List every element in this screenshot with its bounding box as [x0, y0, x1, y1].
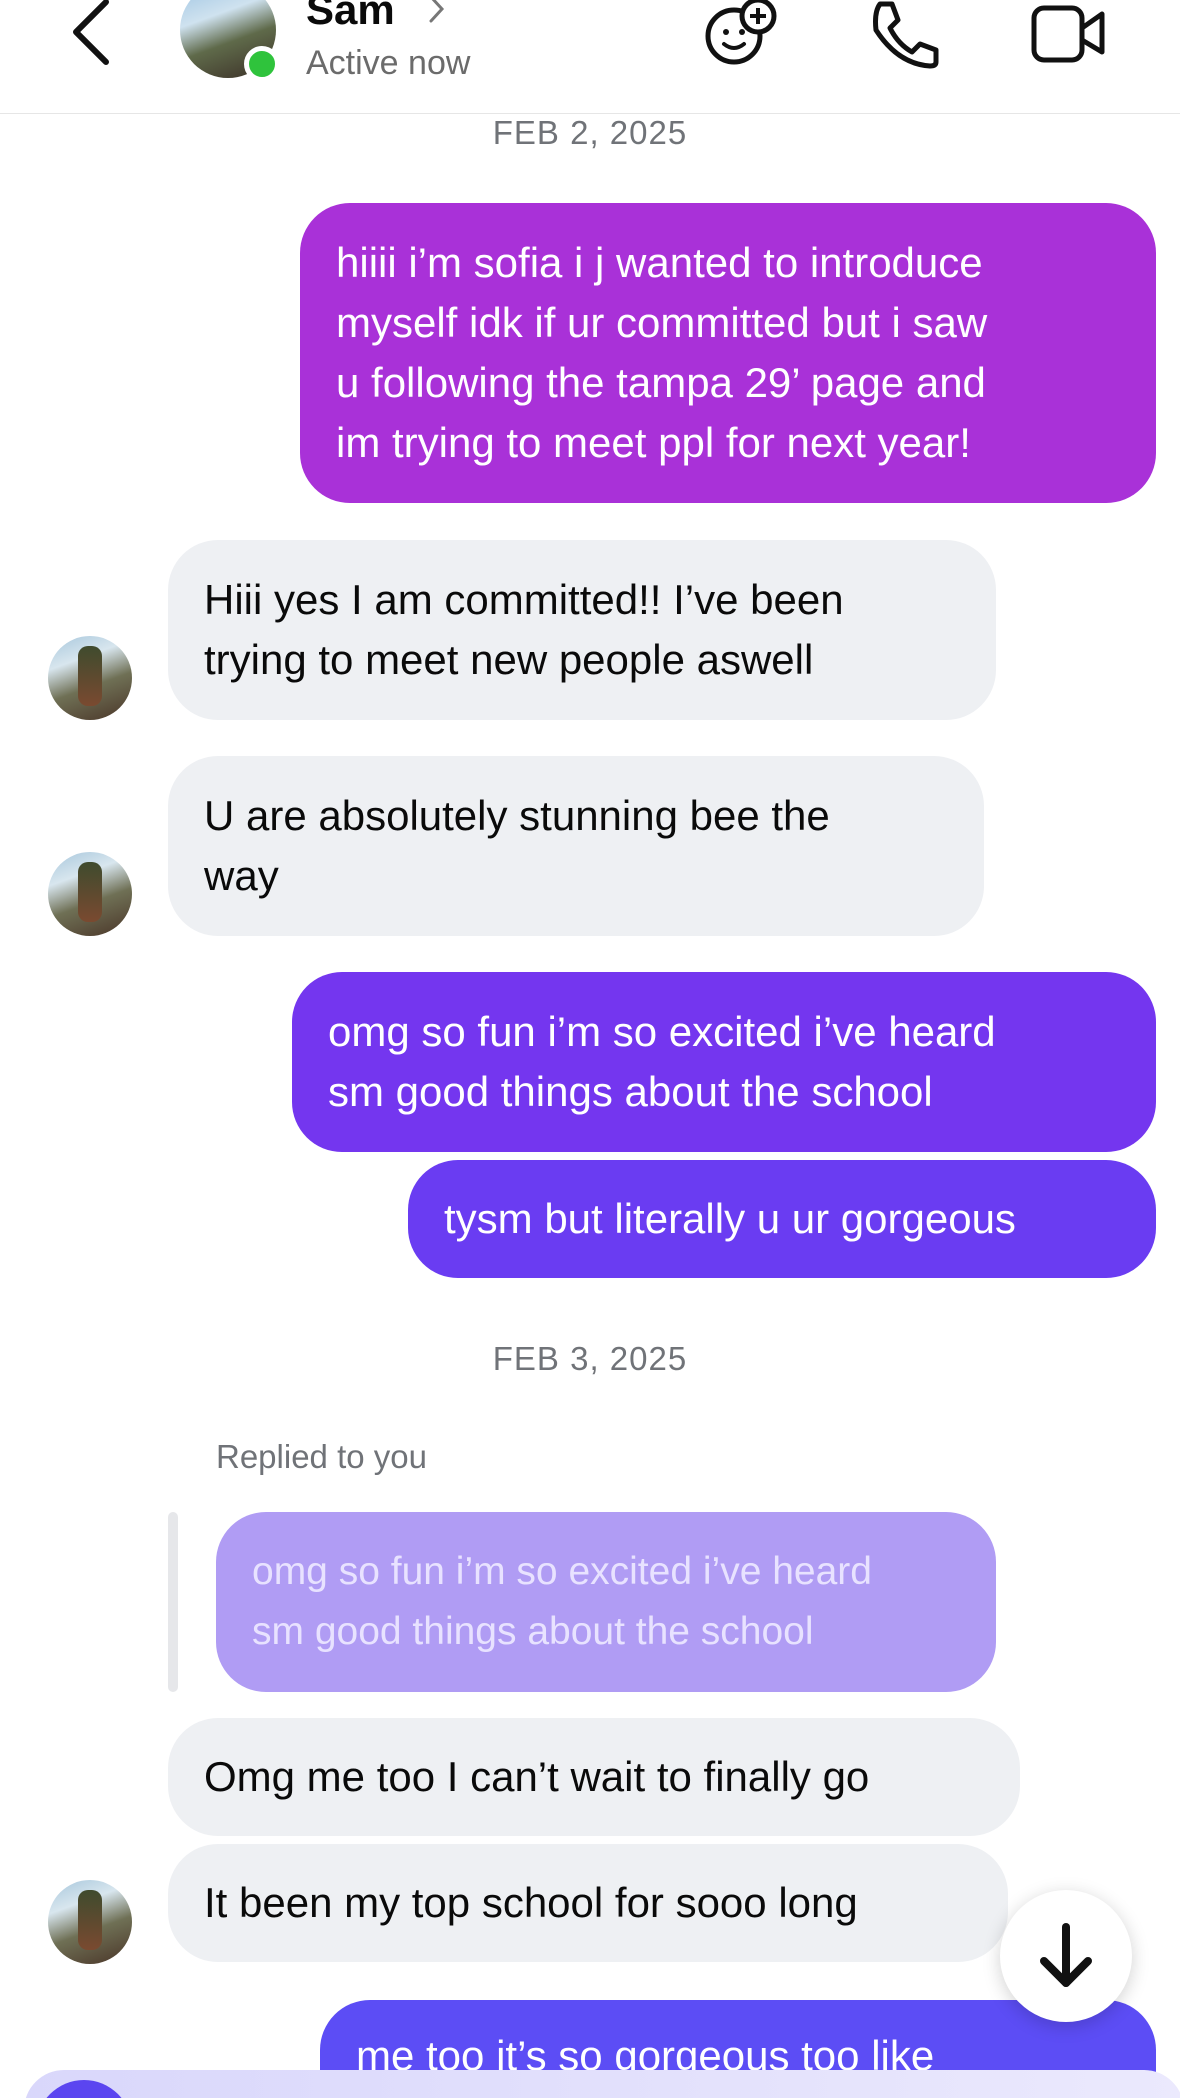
date-separator: FEB 2, 2025 — [492, 114, 688, 151]
video-camera-icon — [1031, 5, 1105, 63]
video-call-button[interactable] — [1030, 0, 1110, 70]
received-message[interactable]: Hiii yes I am committed!! I’ve been tryi… — [168, 540, 996, 720]
effects-button[interactable] — [702, 0, 782, 70]
arrow-down-icon — [1040, 1923, 1092, 1987]
phone-icon — [873, 1, 939, 69]
received-message[interactable]: Omg me too I can’t wait to finally go — [168, 1718, 1020, 1836]
contact-name[interactable]: Sam — [306, 0, 395, 34]
sent-message[interactable]: tysm but literally u ur gorgeous — [408, 1160, 1156, 1278]
chevron-right-icon — [429, 0, 445, 23]
sender-avatar[interactable] — [48, 1880, 132, 1964]
back-chevron-icon — [73, 0, 109, 65]
reply-bar — [168, 1512, 178, 1692]
message-text: omg so fun i’m so excited i’ve heard sm … — [328, 1008, 996, 1115]
message-text: U are absolutely stunning bee the way — [204, 792, 830, 899]
effects-icon — [705, 0, 777, 65]
quoted-message[interactable]: omg so fun i’m so excited i’ve heard sm … — [216, 1512, 996, 1692]
active-status: Active now — [306, 44, 471, 82]
sender-avatar[interactable] — [48, 852, 132, 936]
message-text: Omg me too I can’t wait to finally go — [204, 1753, 870, 1800]
audio-call-button[interactable] — [866, 0, 946, 70]
message-composer[interactable] — [24, 2070, 1180, 2098]
replied-label: Replied to you — [216, 1438, 427, 1475]
message-text: hiiii i’m sofia i j wanted to introduce … — [336, 239, 988, 466]
back-button[interactable] — [66, 0, 126, 70]
sent-message[interactable]: hiiii i’m sofia i j wanted to introduce … — [300, 203, 1156, 503]
date-separator: FEB 3, 2025 — [492, 1340, 688, 1377]
scroll-to-bottom-button[interactable] — [1000, 1890, 1132, 2022]
sender-avatar[interactable] — [48, 636, 132, 720]
quoted-text: omg so fun i’m so excited i’ve heard sm … — [252, 1550, 872, 1653]
received-message[interactable]: U are absolutely stunning bee the way — [168, 756, 984, 936]
message-text: tysm but literally u ur gorgeous — [444, 1195, 1016, 1242]
online-indicator — [244, 46, 280, 82]
received-message[interactable]: It been my top school for sooo long — [168, 1844, 1008, 1962]
sent-message[interactable]: omg so fun i’m so excited i’ve heard sm … — [292, 972, 1156, 1152]
message-text: Hiii yes I am committed!! I’ve been tryi… — [204, 576, 844, 683]
message-text: It been my top school for sooo long — [204, 1879, 858, 1926]
chat-header: Sam Active now — [0, 0, 1180, 114]
